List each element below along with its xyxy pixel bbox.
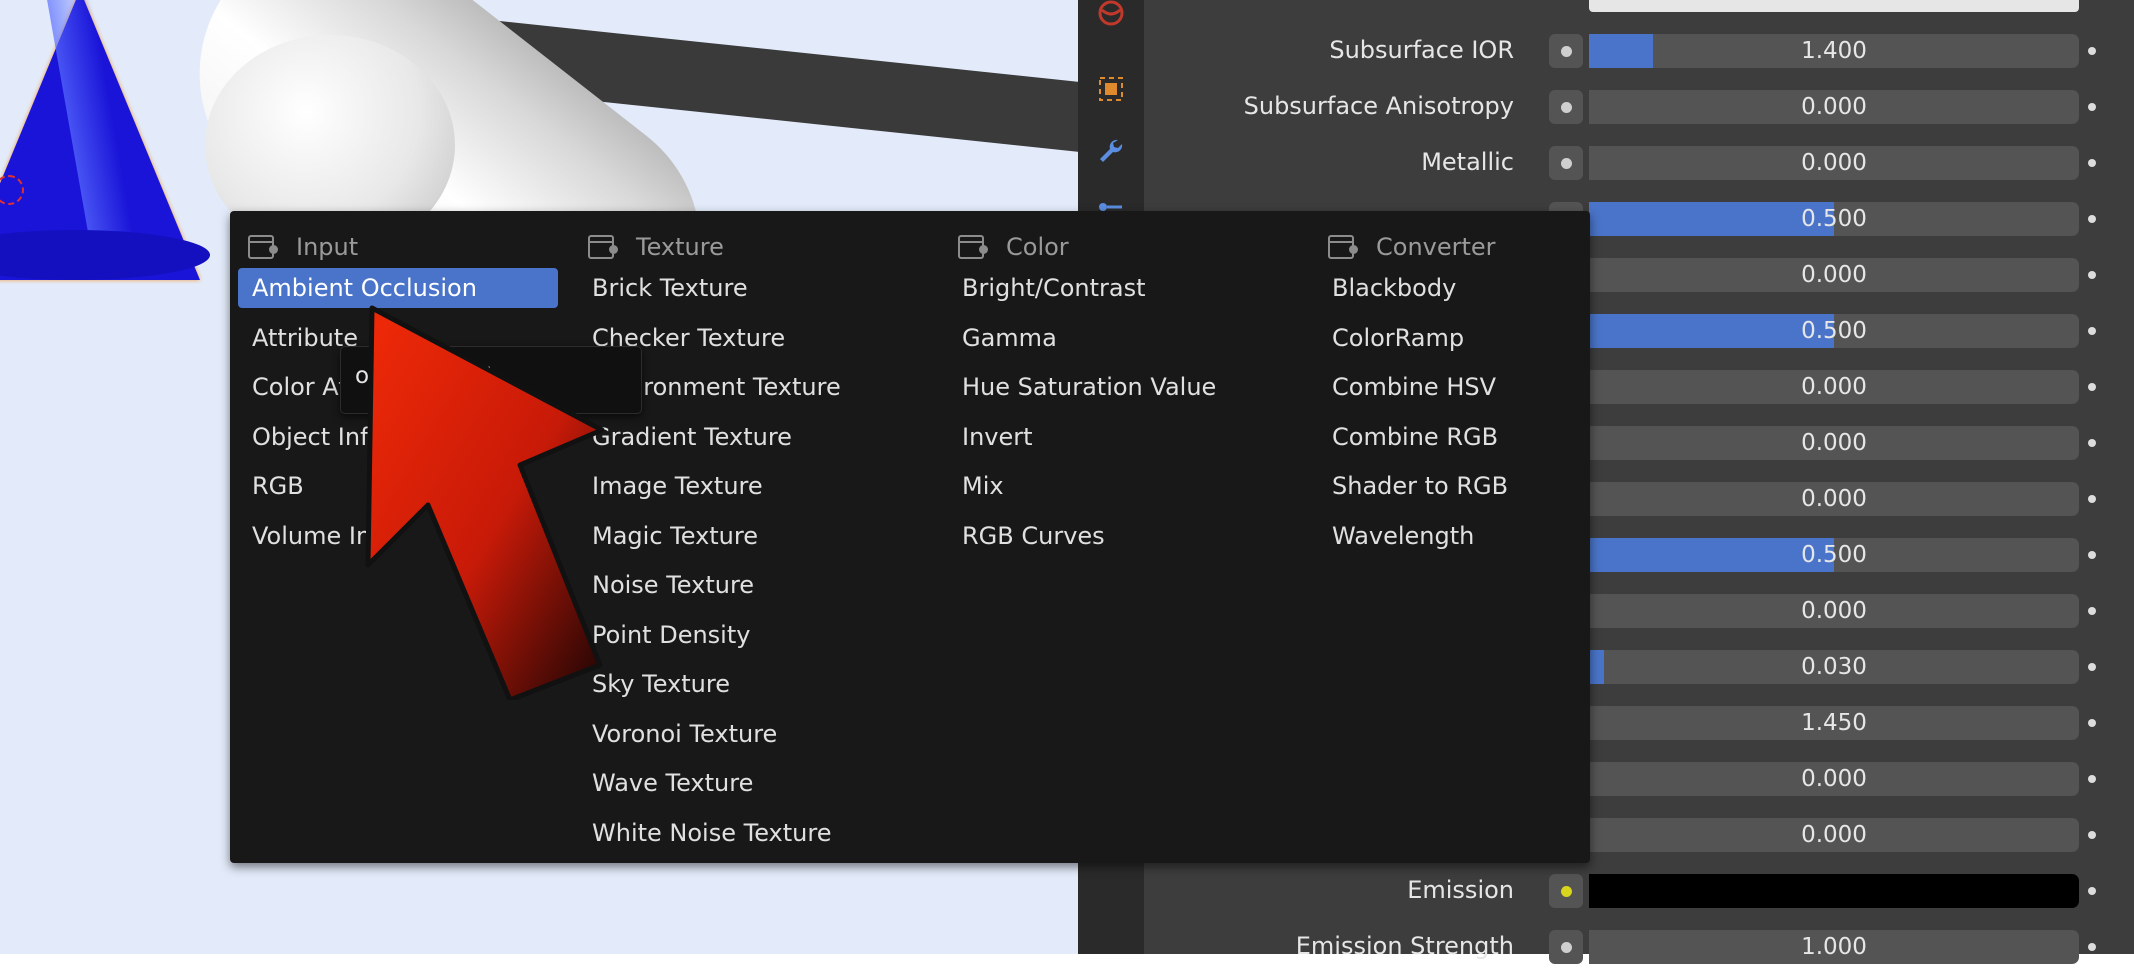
keyframe-dot-icon[interactable] [2088,887,2096,895]
column-header-label: Input [296,233,359,261]
property-value-field[interactable]: 0.500 [1589,202,2079,236]
menu-item[interactable]: Bright/Contrast [948,268,1268,308]
menu-column-header: Input [248,229,358,265]
keyframe-dot-icon[interactable] [2088,775,2096,783]
annotation-arrow-icon [365,305,605,700]
menu-item[interactable]: ColorRamp [1318,318,1638,358]
node-category-icon [958,235,988,259]
keyframe-dot-icon[interactable] [2088,215,2096,223]
property-row: Subsurface Anisotropy 0.000 [1144,84,2134,128]
property-value-field[interactable]: 0.000 [1589,146,2079,180]
menu-item[interactable]: RGB Curves [948,516,1268,556]
property-label: Emission Strength [1295,932,1514,960]
menu-column-header: Color [958,229,1069,265]
menu-column-header: Converter [1328,229,1496,265]
property-value [1589,874,2079,908]
property-value-field[interactable]: 0.500 [1589,538,2079,572]
property-value: 0.030 [1801,654,1867,680]
property-value: 0.000 [1801,150,1867,176]
property-label: Metallic [1421,148,1514,176]
property-value: 0.000 [1801,94,1867,120]
property-value-field[interactable]: 0.000 [1589,762,2079,796]
column-header-label: Converter [1376,233,1496,261]
property-value-field[interactable]: 0.000 [1589,482,2079,516]
property-value: 1.450 [1801,710,1867,736]
property-value-field[interactable]: 0.000 [1589,594,2079,628]
property-label: Subsurface Anisotropy [1243,92,1514,120]
property-value: 0.000 [1801,262,1867,288]
property-row: Emission Strength 1.000 [1144,924,2134,968]
node-category-icon [588,235,618,259]
keyframe-dot-icon[interactable] [2088,943,2096,951]
menu-item[interactable]: Gamma [948,318,1268,358]
property-value: 0.000 [1801,374,1867,400]
keyframe-dot-icon[interactable] [2088,719,2096,727]
node-category-icon [248,235,278,259]
property-value: 0.000 [1801,486,1867,512]
property-value: 0.000 [1801,598,1867,624]
column-header-label: Color [1006,233,1069,261]
menu-item[interactable]: Invert [948,417,1268,457]
property-value-field[interactable]: 0.000 [1589,370,2079,404]
keyframe-dot-icon[interactable] [2088,495,2096,503]
property-value-field[interactable]: 0.000 [1589,818,2079,852]
globe-icon[interactable] [1096,0,1126,28]
property-value-field[interactable]: 0.000 [1589,426,2079,460]
property-value-field[interactable]: 0.000 [1589,90,2079,124]
wrench-icon[interactable] [1096,136,1126,166]
keyframe-dot-icon[interactable] [2088,439,2096,447]
property-label: Emission [1407,876,1514,904]
keyframe-dot-icon[interactable] [2088,663,2096,671]
property-value: 1.000 [1801,934,1867,960]
property-row: Subsurface IOR 1.400 [1144,28,2134,72]
menu-item[interactable]: Voronoi Texture [578,714,898,754]
keyframe-dot-icon[interactable] [2088,551,2096,559]
property-value: 0.500 [1801,542,1867,568]
node-category-icon [1328,235,1358,259]
property-value-field[interactable]: 0.000 [1589,258,2079,292]
property-value-field[interactable]: 0.500 [1589,314,2079,348]
input-socket-icon[interactable] [1549,874,1583,908]
object-icon[interactable] [1096,74,1126,104]
property-value-field[interactable]: 0.030 [1589,650,2079,684]
column-header-label: Texture [636,233,724,261]
property-value: 0.000 [1801,822,1867,848]
keyframe-dot-icon[interactable] [2088,383,2096,391]
menu-item[interactable]: Hue Saturation Value [948,367,1268,407]
property-value-field[interactable] [1589,874,2079,908]
keyframe-dot-icon[interactable] [2088,831,2096,839]
keyframe-dot-icon[interactable] [2088,327,2096,335]
menu-item[interactable]: Combine HSV [1318,367,1638,407]
property-label: Subsurface IOR [1329,36,1514,64]
input-socket-icon[interactable] [1549,930,1583,964]
menu-item[interactable]: Shader to RGB [1318,466,1638,506]
property-value-field[interactable]: 1.400 [1589,34,2079,68]
property-value: 0.000 [1801,430,1867,456]
keyframe-dot-icon[interactable] [2088,47,2096,55]
property-row: Metallic 0.000 [1144,140,2134,184]
keyframe-dot-icon[interactable] [2088,103,2096,111]
input-socket-icon[interactable] [1549,34,1583,68]
property-value: 1.400 [1801,38,1867,64]
keyframe-dot-icon[interactable] [2088,607,2096,615]
menu-item[interactable]: Wavelength [1318,516,1638,556]
keyframe-dot-icon[interactable] [2088,159,2096,167]
property-value-field[interactable]: 1.450 [1589,706,2079,740]
input-socket-icon[interactable] [1549,90,1583,124]
property-value-field[interactable]: 1.000 [1589,930,2079,964]
property-value: 0.000 [1801,766,1867,792]
menu-item[interactable]: Combine RGB [1318,417,1638,457]
keyframe-dot-icon[interactable] [2088,271,2096,279]
property-row: Emission [1144,868,2134,912]
color-field-top[interactable] [1589,0,2079,12]
property-value: 0.500 [1801,318,1867,344]
input-socket-icon[interactable] [1549,146,1583,180]
menu-item[interactable]: Wave Texture [578,763,898,803]
menu-item[interactable]: Blackbody [1318,268,1638,308]
menu-item[interactable]: White Noise Texture [578,813,898,853]
menu-item[interactable]: Mix [948,466,1268,506]
menu-column-header: Texture [588,229,724,265]
property-value: 0.500 [1801,206,1867,232]
